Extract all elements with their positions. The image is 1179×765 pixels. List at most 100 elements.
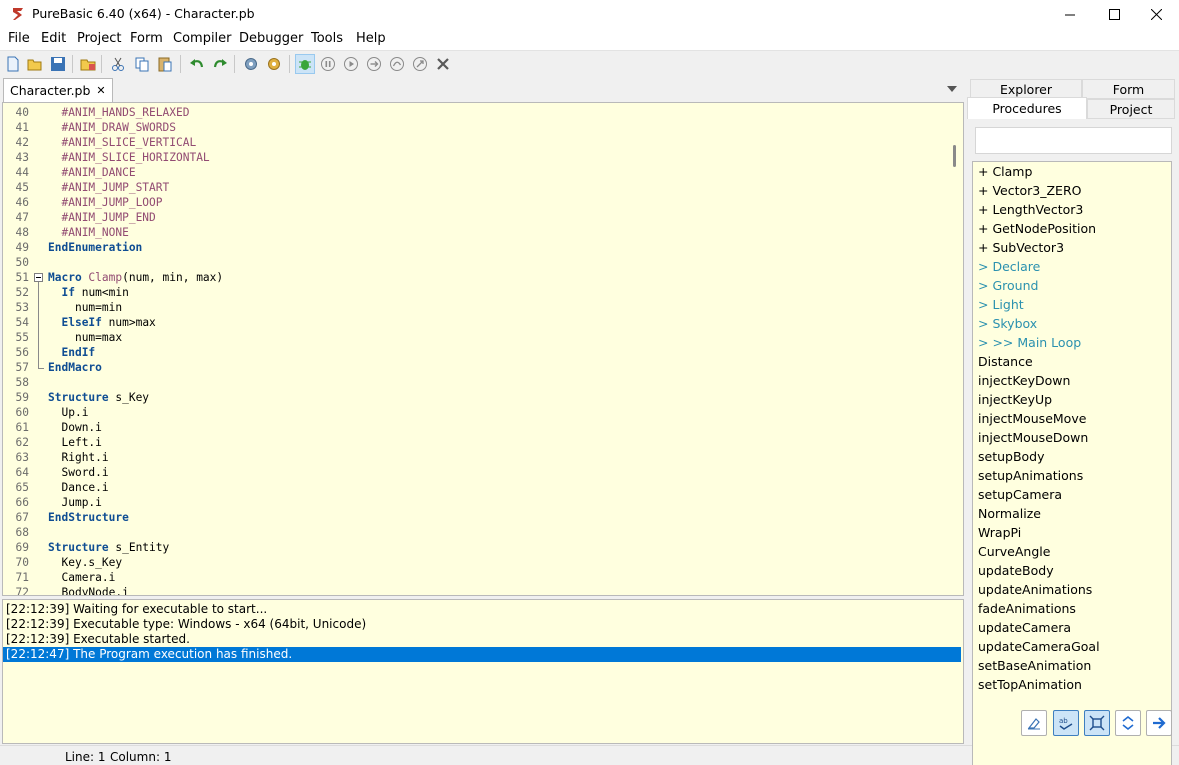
code-line[interactable]: 66 Jump.i [3,495,947,510]
procedure-item[interactable]: setupCamera [978,485,1062,504]
menu-file[interactable]: File [8,31,30,46]
save-button[interactable] [48,54,68,74]
redo-button[interactable] [210,54,230,74]
procedure-item[interactable]: > Declare [978,257,1040,276]
code-line[interactable]: 69 Structure s_Entity [3,540,947,555]
procedure-item[interactable]: > >> Main Loop [978,333,1081,352]
pause-button[interactable] [318,54,338,74]
code-line[interactable]: 54 ElseIf num>max [3,315,947,330]
new-file-button[interactable] [3,54,23,74]
code-line[interactable]: 63 Right.i [3,450,947,465]
procedure-item[interactable]: setupBody [978,447,1045,466]
code-line[interactable]: 45 #ANIM_JUMP_START [3,180,947,195]
code-line[interactable]: 61 Down.i [3,420,947,435]
code-line[interactable]: 56 EndIf [3,345,947,360]
procedure-item[interactable]: updateAnimations [978,580,1092,599]
menu-debugger[interactable]: Debugger [239,31,303,46]
clear-button[interactable] [1021,710,1047,736]
procedure-item[interactable]: + GetNodePosition [978,219,1096,238]
procedure-item[interactable]: updateCameraGoal [978,637,1100,656]
code-line[interactable]: 55 num=max [3,330,947,345]
menu-project[interactable]: Project [77,31,121,46]
procedure-item[interactable]: Distance [978,352,1033,371]
code-line[interactable]: 53 num=min [3,300,947,315]
code-line[interactable]: 42 #ANIM_SLICE_VERTICAL [3,135,947,150]
code-line[interactable]: 50 [3,255,947,270]
close-tab-icon[interactable]: ✕ [96,84,105,97]
procedure-item[interactable]: updateCamera [978,618,1071,637]
output-line[interactable]: [22:12:47] The Program execution has fin… [3,647,961,662]
scrollbar-thumb[interactable] [953,145,956,167]
procedure-item[interactable]: + Vector3_ZERO [978,181,1081,200]
output-line[interactable]: [22:12:39] Waiting for executable to sta… [3,602,961,617]
menu-form[interactable]: Form [130,31,163,46]
procedure-item[interactable]: > Light [978,295,1024,314]
procedure-item[interactable]: > Ground [978,276,1038,295]
output-line[interactable]: [22:12:39] Executable started. [3,632,961,647]
procedure-item[interactable]: injectKeyUp [978,390,1052,409]
procedure-item[interactable]: fadeAnimations [978,599,1076,618]
menu-tools[interactable]: Tools [311,31,343,46]
code-line[interactable]: 71 Camera.i [3,570,947,585]
code-line[interactable]: 52 If num<min [3,285,947,300]
menu-help[interactable]: Help [356,31,386,46]
code-line[interactable]: 68 [3,525,947,540]
tab-form[interactable]: Form [1082,79,1175,99]
undo-button[interactable] [187,54,207,74]
code-line[interactable]: 72 BodyNode.i [3,585,947,595]
procedure-item[interactable]: WrapPi [978,523,1021,542]
output-line[interactable]: [22:12:39] Executable type: Windows - x6… [3,617,961,632]
code-line[interactable]: 70 Key.s_Key [3,555,947,570]
code-line[interactable]: 48 #ANIM_NONE [3,225,947,240]
code-line[interactable]: 46 #ANIM_JUMP_LOOP [3,195,947,210]
sort-button[interactable]: ab [1053,710,1079,736]
save-all-button[interactable] [78,54,98,74]
code-line[interactable]: 44 #ANIM_DANCE [3,165,947,180]
code-line[interactable]: 41 #ANIM_DRAW_SWORDS [3,120,947,135]
copy-button[interactable] [132,54,152,74]
fit-button[interactable] [1084,710,1110,736]
procedure-item[interactable]: updateBody [978,561,1054,580]
code-line[interactable]: 67 EndStructure [3,510,947,525]
debugger-toggle-button[interactable] [295,54,315,74]
kill-program-button[interactable] [433,54,453,74]
step-out-button[interactable] [410,54,430,74]
maximize-button[interactable] [1091,0,1137,28]
code-line[interactable]: 59 Structure s_Key [3,390,947,405]
menu-edit[interactable]: Edit [41,31,66,46]
procedure-item[interactable]: injectMouseDown [978,428,1088,447]
goto-button[interactable] [1146,710,1172,736]
code-line[interactable]: 43 #ANIM_SLICE_HORIZONTAL [3,150,947,165]
code-line[interactable]: 47 #ANIM_JUMP_END [3,210,947,225]
procedure-filter-input[interactable] [975,127,1172,154]
code-line[interactable]: 62 Left.i [3,435,947,450]
code-line[interactable]: 64 Sword.i [3,465,947,480]
paste-button[interactable] [155,54,175,74]
code-line[interactable]: 49 EndEnumeration [3,240,947,255]
tab-project[interactable]: Project [1087,99,1175,119]
cut-button[interactable] [108,54,128,74]
code-editor[interactable]: 40 #ANIM_HANDS_RELAXED 41 #ANIM_DRAW_SWOR… [2,102,964,596]
procedure-item[interactable]: CurveAngle [978,542,1050,561]
resume-button[interactable] [341,54,361,74]
procedure-item[interactable]: + LengthVector3 [978,200,1083,219]
procedure-item[interactable]: + Clamp [978,162,1032,181]
procedure-item[interactable]: setupAnimations [978,466,1083,485]
fold-toggle-icon[interactable] [34,273,43,282]
tab-explorer[interactable]: Explorer [970,79,1082,99]
menu-compiler[interactable]: Compiler [173,31,232,46]
code-line[interactable]: 60 Up.i [3,405,947,420]
procedure-item[interactable]: + SubVector3 [978,238,1064,257]
compiler-options-button[interactable] [264,54,284,74]
procedure-item[interactable]: setBaseAnimation [978,656,1091,675]
procedure-item[interactable]: > Skybox [978,314,1037,333]
procedure-item[interactable]: Normalize [978,504,1041,523]
procedure-item[interactable]: injectKeyDown [978,371,1070,390]
procedure-item[interactable]: setTopAnimation [978,675,1082,694]
tab-list-dropdown-icon[interactable] [946,85,958,93]
tab-character-pb[interactable]: Character.pb ✕ [3,78,113,102]
code-line[interactable]: 65 Dance.i [3,480,947,495]
close-window-button[interactable] [1133,0,1179,28]
step-button[interactable] [364,54,384,74]
tab-procedures[interactable]: Procedures [967,97,1087,119]
